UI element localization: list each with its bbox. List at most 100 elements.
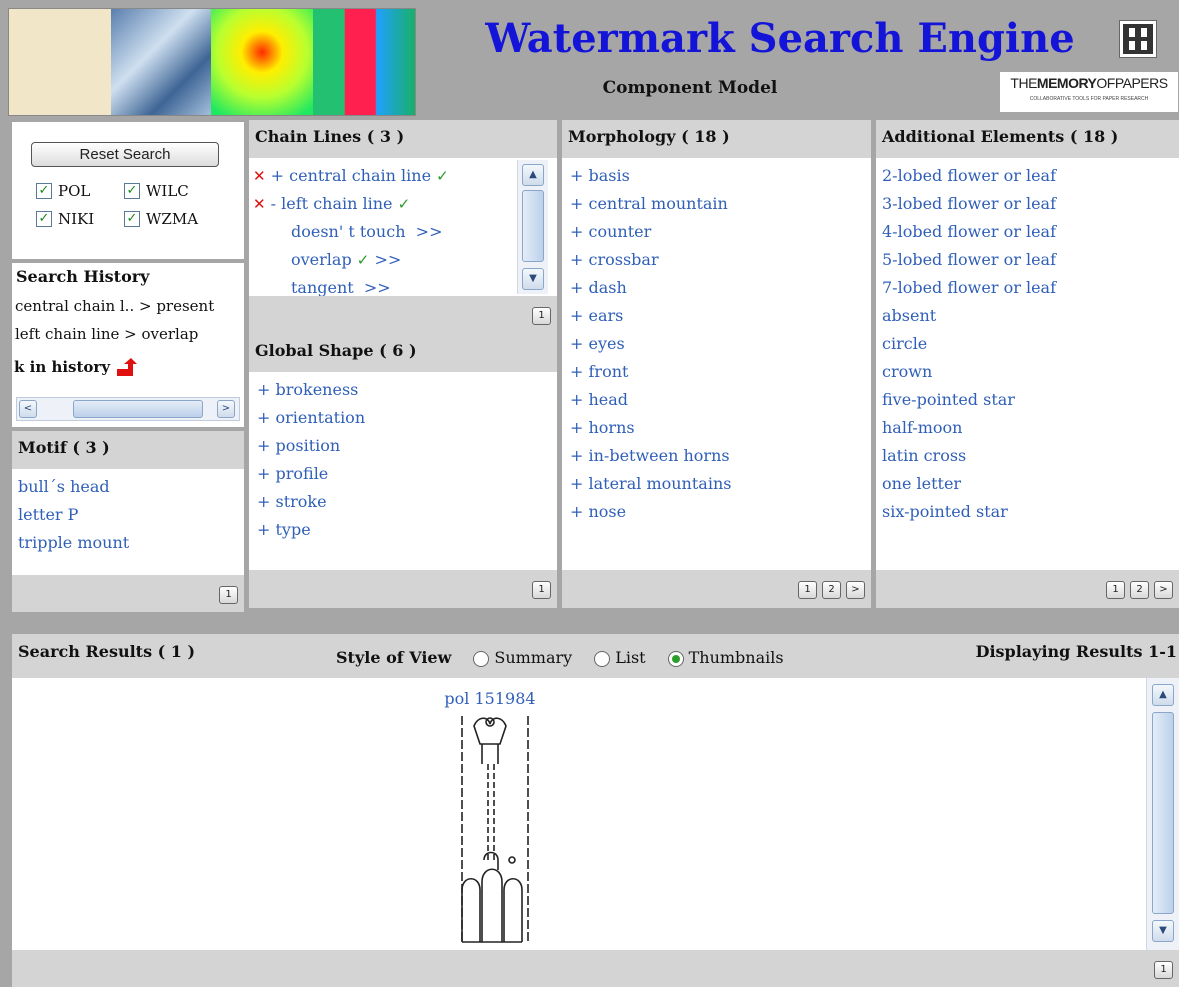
additional-elements-list: 2-lobed flower or leaf 3-lobed flower or… — [876, 158, 1179, 570]
item-label: + central chain line — [270, 166, 432, 185]
list-item[interactable]: + dash — [570, 274, 871, 302]
additional-elements-pager: 1 2 > — [876, 570, 1179, 608]
list-item[interactable]: + stroke — [257, 488, 557, 516]
header-banner — [8, 8, 416, 116]
remove-x-icon[interactable]: ✕ — [253, 167, 266, 185]
remove-x-icon[interactable]: ✕ — [253, 195, 266, 213]
list-item[interactable]: 2-lobed flower or leaf — [882, 162, 1179, 190]
view-option-summary[interactable]: Summary — [494, 648, 572, 667]
list-item[interactable]: overlap ✓ >> — [253, 246, 557, 274]
morphology-count: ( 18 ) — [681, 127, 730, 146]
list-item[interactable]: + lateral mountains — [570, 470, 871, 498]
scroll-left-icon[interactable]: < — [19, 400, 37, 418]
checkbox-checked-icon[interactable]: ✓ — [36, 182, 52, 199]
list-item[interactable]: + in-between horns — [570, 442, 871, 470]
history-scrollbar[interactable]: < > — [16, 397, 240, 421]
scroll-down-icon[interactable]: ▼ — [1152, 920, 1174, 942]
list-item[interactable]: circle — [882, 330, 1179, 358]
history-item[interactable]: left chain line > overlap — [15, 322, 198, 346]
list-item[interactable]: bull´s head — [18, 473, 244, 501]
page-button[interactable]: 1 — [532, 306, 551, 325]
scroll-right-icon[interactable]: > — [217, 400, 235, 418]
db-checkbox-pol[interactable]: ✓ POL — [36, 180, 90, 200]
page-button[interactable]: 2 — [822, 580, 841, 599]
page-button[interactable]: 1 — [219, 585, 238, 604]
page-button[interactable]: 1 — [1106, 580, 1125, 599]
list-item[interactable]: + counter — [570, 218, 871, 246]
checkbox-checked-icon[interactable]: ✓ — [124, 182, 140, 199]
list-item[interactable]: tripple mount — [18, 529, 244, 557]
db-checkbox-niki[interactable]: ✓ NIKI — [36, 208, 94, 228]
list-item[interactable]: doesn' t touch >> — [253, 218, 557, 246]
logo-text-the: THE — [1010, 75, 1037, 91]
next-page-button[interactable]: > — [1154, 580, 1173, 599]
page-button[interactable]: 1 — [1154, 960, 1173, 979]
list-item[interactable]: tangent >> — [253, 274, 557, 296]
db-checkbox-wzma[interactable]: ✓ WZMA — [124, 208, 198, 228]
page-button[interactable]: 1 — [798, 580, 817, 599]
memory-of-papers-logo: THEMEMORYOFPAPERS COLLABORATIVE TOOLS FO… — [1000, 72, 1178, 112]
list-item[interactable]: + head — [570, 386, 871, 414]
history-item[interactable]: central chain l.. > present — [15, 294, 214, 318]
view-option-thumbnails[interactable]: Thumbnails — [689, 648, 784, 667]
item-suffix: >> — [415, 222, 443, 241]
list-item[interactable]: + ears — [570, 302, 871, 330]
list-item[interactable]: + brokeness — [257, 376, 557, 404]
db-checkbox-wilc[interactable]: ✓ WILC — [124, 180, 189, 200]
list-item[interactable]: ✕ + central chain line ✓ — [253, 162, 557, 190]
global-shape-title: Global Shape — [255, 341, 374, 360]
list-item[interactable]: latin cross — [882, 442, 1179, 470]
list-item[interactable]: six-pointed star — [882, 498, 1179, 526]
list-item[interactable]: absent — [882, 302, 1179, 330]
list-item[interactable]: 7-lobed flower or leaf — [882, 274, 1179, 302]
scroll-thumb[interactable] — [1152, 712, 1174, 914]
scroll-up-icon[interactable]: ▲ — [522, 164, 544, 186]
scroll-up-icon[interactable]: ▲ — [1152, 684, 1174, 706]
list-item[interactable]: + crossbar — [570, 246, 871, 274]
list-item[interactable]: crown — [882, 358, 1179, 386]
list-item[interactable]: 3-lobed flower or leaf — [882, 190, 1179, 218]
list-item[interactable]: five-pointed star — [882, 386, 1179, 414]
list-item[interactable]: + horns — [570, 414, 871, 442]
scroll-thumb[interactable] — [73, 400, 203, 418]
list-item[interactable]: + front — [570, 358, 871, 386]
list-item[interactable]: 5-lobed flower or leaf — [882, 246, 1179, 274]
view-option-list[interactable]: List — [615, 648, 645, 667]
db-label: WZMA — [146, 209, 199, 228]
back-in-history-link[interactable]: k in history — [14, 355, 138, 379]
radio-icon[interactable] — [667, 650, 684, 667]
list-item[interactable]: letter P — [18, 501, 244, 529]
chain-lines-scrollbar[interactable]: ▲ ▼ — [517, 160, 548, 294]
result-id-link[interactable]: pol 151984 — [440, 688, 540, 710]
list-item[interactable]: + position — [257, 432, 557, 460]
page-button[interactable]: 1 — [532, 580, 551, 599]
scroll-thumb[interactable] — [522, 190, 544, 262]
watermark-thumbnail-image[interactable] — [440, 710, 540, 950]
list-item[interactable]: + basis — [570, 162, 871, 190]
radio-icon[interactable] — [473, 650, 490, 667]
list-item[interactable]: + central mountain — [570, 190, 871, 218]
list-item[interactable]: 4-lobed flower or leaf — [882, 218, 1179, 246]
reset-search-button[interactable]: Reset Search — [31, 142, 219, 167]
list-item[interactable]: ✕ - left chain line ✓ — [253, 190, 557, 218]
list-item[interactable]: + orientation — [257, 404, 557, 432]
next-page-button[interactable]: > — [846, 580, 865, 599]
result-thumbnail[interactable]: pol 151984 — [440, 688, 540, 950]
list-item[interactable]: + nose — [570, 498, 871, 526]
list-item[interactable]: + profile — [257, 460, 557, 488]
logo-grid-icon — [1119, 20, 1157, 58]
item-suffix: >> — [374, 250, 402, 269]
results-scrollbar[interactable]: ▲ ▼ — [1146, 678, 1179, 950]
checkbox-checked-icon[interactable]: ✓ — [36, 210, 52, 227]
checkbox-checked-icon[interactable]: ✓ — [124, 210, 140, 227]
list-item[interactable]: + type — [257, 516, 557, 544]
list-item[interactable]: + eyes — [570, 330, 871, 358]
radio-icon[interactable] — [594, 650, 611, 667]
scroll-down-icon[interactable]: ▼ — [522, 268, 544, 290]
list-item[interactable]: half-moon — [882, 414, 1179, 442]
back-arrow-icon[interactable] — [115, 358, 138, 378]
db-label: WILC — [146, 181, 189, 200]
page-button[interactable]: 2 — [1130, 580, 1149, 599]
list-item[interactable]: one letter — [882, 470, 1179, 498]
morphology-pager: 1 2 > — [562, 570, 871, 608]
